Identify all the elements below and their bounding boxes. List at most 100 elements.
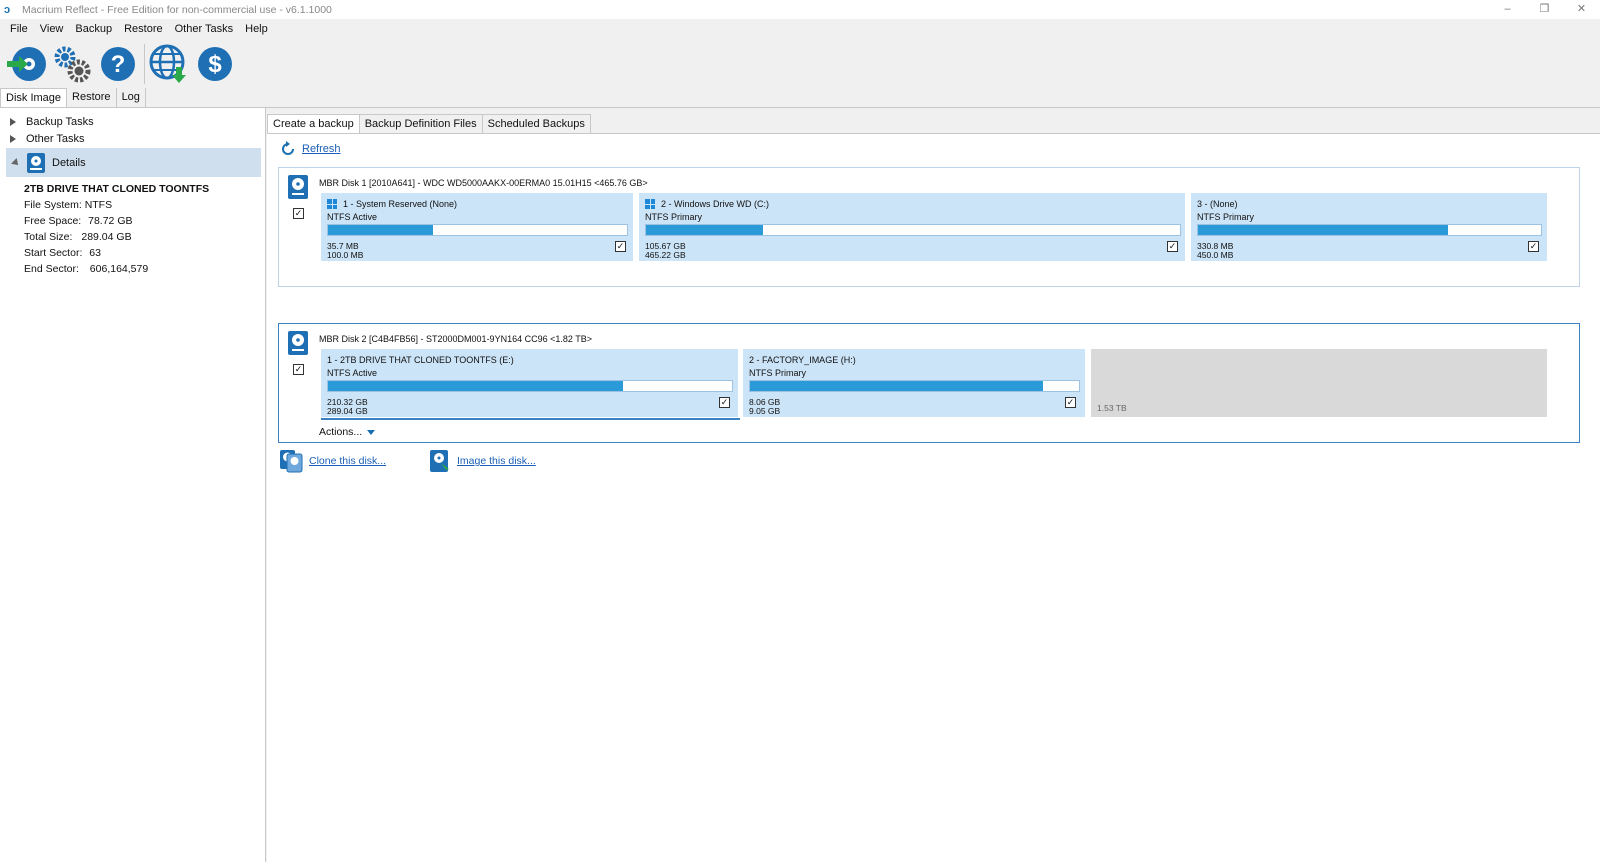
disk-2-checkbox[interactable]: ✓ (293, 364, 304, 375)
disk-1-checkbox[interactable]: ✓ (293, 208, 304, 219)
image-disk-link[interactable]: Image this disk... (429, 449, 536, 473)
partition-name: 1 - System Reserved (None) (327, 199, 457, 209)
tab-restore[interactable]: Restore (67, 88, 117, 108)
usage-fill (646, 225, 764, 235)
partition-checkbox[interactable]: ✓ (1065, 397, 1076, 408)
tree-item-details[interactable]: Details (6, 148, 261, 177)
partition-name: 3 - (None) (1197, 199, 1238, 209)
clone-disk-link[interactable]: Clone this disk... (279, 449, 386, 473)
tab-log[interactable]: Log (117, 88, 146, 108)
menu-backup[interactable]: Backup (69, 23, 118, 35)
tab-backup-definition-files[interactable]: Backup Definition Files (359, 114, 483, 134)
details-end-sector: End Sector: 606,164,579 (24, 263, 148, 275)
tree-item-backup-tasks[interactable]: Backup Tasks (10, 116, 94, 128)
partition-name-text: 1 - 2TB DRIVE THAT CLONED TOONTFS (E:) (327, 355, 514, 365)
refresh-link[interactable]: Refresh (280, 141, 341, 157)
backup-disk-button[interactable] (4, 42, 48, 86)
partition-tile[interactable]: 1 - System Reserved (None) NTFS Active 3… (321, 193, 633, 261)
image-disk-icon (430, 450, 449, 472)
label: Total Size: (24, 231, 73, 243)
usage-bar (1197, 224, 1542, 236)
help-button[interactable]: ? (96, 42, 140, 86)
windows-icon (327, 199, 337, 209)
buy-button[interactable]: $ (193, 42, 237, 86)
label: Start Sector: (24, 247, 83, 259)
partition-tile[interactable]: 1 - 2TB DRIVE THAT CLONED TOONTFS (E:) N… (321, 349, 738, 417)
disk-1-title: MBR Disk 1 [2010A641] - WDC WD5000AAKX-0… (319, 178, 648, 188)
menu-restore[interactable]: Restore (118, 23, 169, 35)
total-size: 450.0 MB (1197, 250, 1234, 260)
tree-label: Backup Tasks (26, 116, 94, 128)
unallocated-space: 1.53 TB (1091, 349, 1547, 417)
partition-tile[interactable]: 2 - FACTORY_IMAGE (H:) NTFS Primary 8.06… (743, 349, 1085, 417)
total-size: 9.05 GB (749, 406, 781, 416)
disk-2-panel[interactable]: ✓ MBR Disk 2 [C4B4FB56] - ST2000DM001-9Y… (278, 323, 1580, 443)
menu-bar: File View Backup Restore Other Tasks Hel… (0, 19, 1600, 39)
usage-fill (750, 381, 1043, 391)
tree-label: Details (52, 156, 86, 169)
partition-checkbox[interactable]: ✓ (1167, 241, 1178, 252)
value: 606,164,579 (89, 263, 149, 275)
windows-icon (645, 199, 655, 209)
title-bar: ↄ Macrium Reflect - Free Edition for non… (0, 0, 1600, 19)
minimize-button[interactable]: – (1489, 0, 1526, 19)
svg-text:?: ? (111, 51, 126, 78)
disk-1-panel[interactable]: ✓ MBR Disk 1 [2010A641] - WDC WD5000AAKX… (278, 167, 1580, 287)
total-size: 100.0 MB (327, 250, 364, 260)
close-button[interactable]: ✕ (1563, 0, 1600, 19)
value: 63 (89, 247, 101, 259)
globe-download-icon (149, 44, 186, 83)
main-panel: Refresh ✓ MBR Disk 1 [2010A641] - WDC WD… (267, 133, 1600, 862)
partition-name-text: 2 - FACTORY_IMAGE (H:) (749, 355, 856, 365)
selected-partition-indicator (321, 418, 740, 420)
settings-button[interactable] (50, 42, 94, 86)
partition-name-text: 1 - System Reserved (None) (343, 199, 458, 209)
toolbar: ? $ (0, 39, 1600, 88)
tree-item-other-tasks[interactable]: Other Tasks (10, 133, 85, 145)
expand-arrow-icon (10, 135, 16, 143)
details-start-sector: Start Sector: 63 (24, 247, 101, 259)
dollar-icon: $ (198, 46, 232, 81)
restore-button[interactable]: ❐ (1526, 0, 1563, 19)
partition-type: NTFS Primary (1197, 212, 1254, 222)
check-updates-button[interactable] (147, 42, 191, 86)
gears-icon (54, 46, 91, 82)
usage-fill (1198, 225, 1449, 235)
value: 289.04 GB (81, 231, 132, 243)
details-file-system: File System: NTFS (24, 199, 112, 211)
partition-checkbox[interactable]: ✓ (719, 397, 730, 408)
tab-scheduled-backups[interactable]: Scheduled Backups (482, 114, 591, 134)
details-title: 2TB DRIVE THAT CLONED TOONTFS (24, 183, 210, 195)
label: End Sector: (24, 263, 79, 275)
refresh-icon (282, 141, 294, 155)
partition-checkbox[interactable]: ✓ (1528, 241, 1539, 252)
partition-tile[interactable]: 2 - Windows Drive WD (C:) NTFS Primary 1… (639, 193, 1185, 261)
clone-disk-label: Clone this disk... (309, 455, 387, 467)
backup-disk-icon (7, 46, 46, 81)
tab-create-backup[interactable]: Create a backup (267, 114, 360, 134)
tab-disk-image[interactable]: Disk Image (0, 88, 68, 108)
actions-dropdown[interactable]: Actions... (319, 426, 376, 438)
total-size: 465.22 GB (645, 250, 686, 260)
label: File System: (24, 199, 82, 211)
usage-bar (749, 380, 1080, 392)
partition-tile[interactable]: 3 - (None) NTFS Primary 330.8 MB 450.0 M… (1191, 193, 1547, 261)
value: NTFS (84, 199, 113, 211)
collapse-arrow-icon (11, 157, 21, 168)
hard-disk-icon (288, 175, 308, 199)
menu-file[interactable]: File (4, 23, 34, 35)
label: Free Space: (24, 215, 82, 227)
usage-bar (327, 224, 628, 236)
partition-name: 2 - FACTORY_IMAGE (H:) (749, 355, 856, 365)
window-title: Macrium Reflect - Free Edition for non-c… (22, 3, 332, 16)
toolbar-separator (144, 43, 145, 84)
details-total-size: Total Size: 289.04 GB (24, 231, 132, 243)
partition-checkbox[interactable]: ✓ (615, 241, 626, 252)
menu-view[interactable]: View (34, 23, 70, 35)
menu-other-tasks[interactable]: Other Tasks (169, 23, 240, 35)
menu-help[interactable]: Help (239, 23, 274, 35)
actions-label: Actions... (319, 426, 363, 438)
value: 78.72 GB (88, 215, 133, 227)
usage-fill (328, 225, 433, 235)
expand-arrow-icon (10, 118, 16, 126)
